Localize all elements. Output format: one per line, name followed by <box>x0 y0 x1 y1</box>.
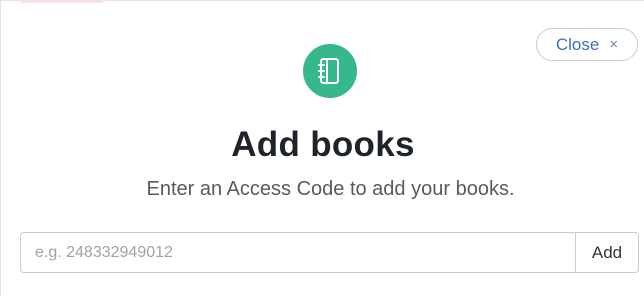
add-button[interactable]: Add <box>575 232 639 273</box>
access-code-input[interactable] <box>20 232 575 273</box>
notebook-icon <box>303 44 357 98</box>
close-icon: × <box>609 36 619 53</box>
close-button-label: Close <box>555 34 600 54</box>
dialog-subtitle: Enter an Access Code to add your books. <box>146 178 515 200</box>
dialog-title: Add books <box>231 125 415 164</box>
top-accent-bar <box>21 1 103 3</box>
add-books-dialog: Close × Add books Enter an Access Code t… <box>0 0 644 296</box>
close-button[interactable]: Close × <box>536 28 638 61</box>
